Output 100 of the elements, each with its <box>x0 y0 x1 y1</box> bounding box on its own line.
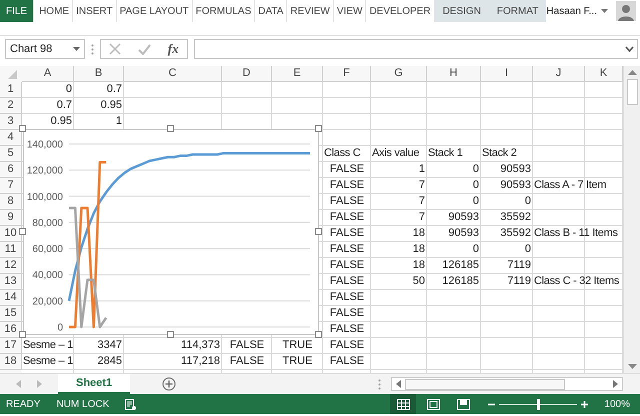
user-name[interactable]: Hasaan F... <box>546 4 597 18</box>
zoom-slider-thumb[interactable] <box>536 398 540 410</box>
ribbon-tab[interactable]: DESIGN <box>434 0 489 22</box>
ribbon-tab[interactable]: REVIEW <box>287 0 334 22</box>
resize-handle[interactable] <box>19 331 26 338</box>
chart-area[interactable]: 0 20,000 40,000 60,000 80,000 100,000 120,000 140,000 <box>23 129 319 335</box>
column-header[interactable]: C <box>124 66 222 82</box>
scroll-left-button[interactable] <box>396 380 401 388</box>
formula-field[interactable] <box>194 39 638 59</box>
scroll-down-button[interactable] <box>628 364 636 369</box>
series-line[interactable] <box>69 161 106 328</box>
column-header[interactable]: I <box>481 66 533 82</box>
table-cell-text: 114,373 <box>180 338 221 353</box>
column-header[interactable]: E <box>272 66 323 82</box>
scroll-right-button[interactable] <box>613 380 618 388</box>
table-cell-text: 126185 <box>441 274 480 289</box>
resize-handle[interactable] <box>167 125 174 132</box>
table-cell-text: 50 <box>412 274 426 289</box>
ribbon-tab[interactable]: VIEW <box>334 0 366 22</box>
table-cell-text: FALSE <box>328 338 366 353</box>
normal-view-button[interactable] <box>390 394 416 414</box>
add-sheet-icon[interactable] <box>162 377 176 391</box>
next-sheet-icon[interactable] <box>37 380 42 388</box>
column-header[interactable]: F <box>323 66 371 82</box>
row-header[interactable]: 16 <box>0 322 22 338</box>
column-header[interactable]: B <box>74 66 124 82</box>
resize-handle[interactable] <box>19 228 26 235</box>
page-break-icon <box>456 398 470 410</box>
caret-icon[interactable] <box>73 47 80 51</box>
column-header[interactable]: J <box>533 66 585 82</box>
ribbon-tab[interactable]: FILE <box>0 0 34 22</box>
table-cell-text: 0 <box>472 162 480 177</box>
table-cell-text: 90593 <box>499 162 532 177</box>
zoom-in-icon[interactable] <box>581 400 588 408</box>
row-header[interactable]: 12 <box>0 258 22 274</box>
table-cell-text: 2845 <box>96 354 123 369</box>
check-icon[interactable] <box>138 44 152 54</box>
zoom-level[interactable]: 100% <box>604 396 630 412</box>
table-cell-text: FALSE <box>328 162 366 177</box>
row-header[interactable]: 11 <box>0 242 22 258</box>
name-box[interactable]: Chart 98 <box>5 39 85 59</box>
scroll-up-button[interactable] <box>628 70 636 75</box>
column-header[interactable]: A <box>22 66 74 82</box>
row-header[interactable]: 2 <box>0 98 22 114</box>
table-cell-text: 7119 <box>506 258 532 273</box>
column-header[interactable]: K <box>585 66 623 82</box>
table-cell-text: 1 <box>418 162 426 177</box>
column-header[interactable]: G <box>371 66 427 82</box>
row-header[interactable]: 18 <box>0 354 22 370</box>
macro-record-icon[interactable] <box>125 398 136 410</box>
vertical-scrollbar[interactable] <box>623 66 640 373</box>
row-header[interactable]: 17 <box>0 338 22 354</box>
row-header[interactable]: 5 <box>0 146 22 162</box>
row-header[interactable]: 8 <box>0 194 22 210</box>
row-header[interactable]: 13 <box>0 274 22 290</box>
ribbon-tab[interactable]: INSERT <box>73 0 117 22</box>
row-header[interactable]: 4 <box>0 130 22 146</box>
row-header[interactable]: 3 <box>0 114 22 130</box>
table-cell-text: 7 <box>418 194 426 209</box>
resize-handle[interactable] <box>315 228 322 235</box>
resize-handle[interactable] <box>315 125 322 132</box>
column-header[interactable]: D <box>222 66 272 82</box>
row-header[interactable]: 14 <box>0 290 22 306</box>
y-tick-label: 80,000 <box>32 218 63 229</box>
previous-sheet-icon[interactable] <box>16 380 21 388</box>
row-header[interactable]: 1 <box>0 82 22 98</box>
splitter-icon[interactable] <box>378 379 381 390</box>
column-header[interactable]: H <box>427 66 481 82</box>
table-cell-text: 18 <box>412 242 426 257</box>
expand-icon[interactable] <box>625 46 634 52</box>
row-header[interactable]: 7 <box>0 178 22 194</box>
table-cell-text: 0 <box>524 194 532 209</box>
insert-function-button[interactable]: fx <box>168 39 179 59</box>
cancel-icon[interactable] <box>109 43 122 55</box>
resize-handle[interactable] <box>315 331 322 338</box>
sheet-tab[interactable]: Sheet1 <box>58 374 130 394</box>
scroll-thumb[interactable] <box>405 378 565 390</box>
ribbon-tab[interactable]: FORMAT <box>488 0 546 22</box>
resize-handle[interactable] <box>19 125 26 132</box>
ribbon-tab[interactable]: FORMULAS <box>192 0 256 22</box>
series-line[interactable] <box>68 152 310 302</box>
horizontal-scrollbar[interactable] <box>391 377 623 391</box>
drag-handle-icon[interactable] <box>91 44 94 54</box>
row-header[interactable]: 9 <box>0 210 22 226</box>
table-cell-text: Class A - 7 Item <box>533 178 608 193</box>
table-cell-text: 90593 <box>447 226 480 241</box>
caret-icon[interactable] <box>601 9 608 13</box>
status-mode: READY <box>6 398 40 412</box>
table-cell-text: Class B - 11 Items <box>533 226 619 241</box>
ribbon-tab[interactable]: PAGE LAYOUT <box>116 0 193 22</box>
row-header[interactable]: 10 <box>0 226 22 242</box>
table-cell-text: 0.95 <box>100 98 123 113</box>
row-header[interactable]: 15 <box>0 306 22 322</box>
scroll-thumb[interactable] <box>626 79 638 105</box>
row-header[interactable]: 6 <box>0 162 22 178</box>
ribbon-tab[interactable]: HOME <box>36 0 74 22</box>
series-line[interactable] <box>69 206 108 328</box>
ribbon-tab[interactable]: DATA <box>255 0 288 22</box>
resize-handle[interactable] <box>167 331 174 338</box>
avatar[interactable] <box>616 1 636 21</box>
